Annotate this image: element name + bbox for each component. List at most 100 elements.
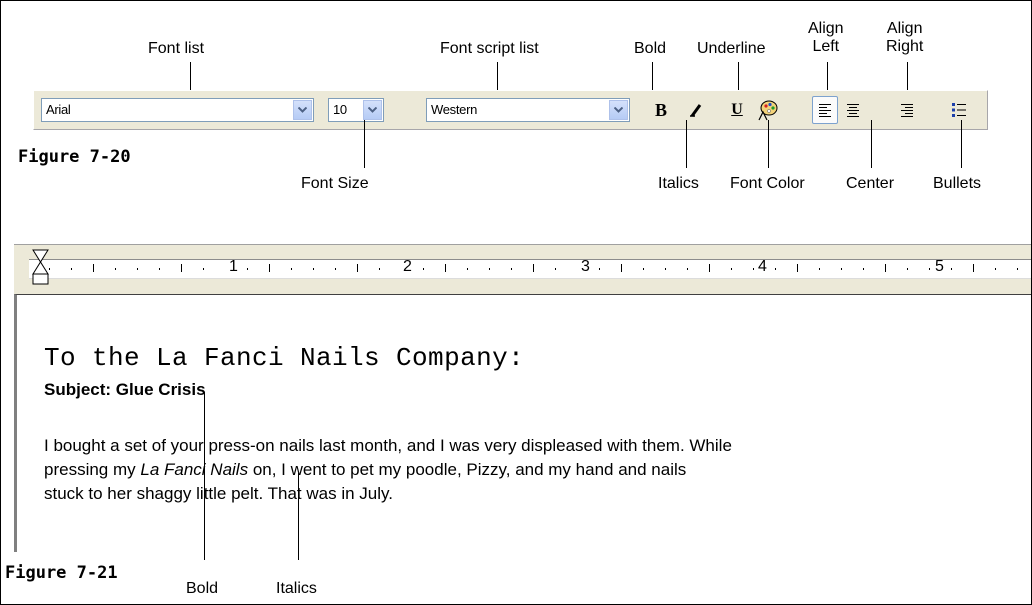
align-left-icon <box>819 104 831 117</box>
center-button[interactable] <box>840 96 866 124</box>
leader-italics-document <box>298 473 299 560</box>
ruler-tick <box>533 264 534 272</box>
font-list-combo[interactable]: Arial <box>41 98 314 122</box>
ruler-tick <box>379 268 380 270</box>
figure-caption-7-21: Figure 7-21 <box>5 563 118 583</box>
align-center-icon <box>847 104 859 117</box>
ruler-tick <box>335 268 336 270</box>
ruler-tick <box>555 268 556 270</box>
ruler: 1 2 3 4 5 <box>14 244 1031 294</box>
document-body-line: pressing my La Fanci Nails on, I went to… <box>44 460 686 480</box>
ruler-tick <box>71 268 72 270</box>
leader-italics <box>686 120 687 168</box>
callout-underline: Underline <box>697 40 766 57</box>
align-right-icon <box>901 104 913 117</box>
ruler-tick <box>203 268 204 270</box>
callout-align-left-line2: Left <box>812 38 840 55</box>
ruler-tick <box>445 264 446 272</box>
formatting-toolbar: Arial 10 Western B U <box>33 90 988 130</box>
font-list-dropdown-button[interactable] <box>293 100 312 120</box>
ruler-tick <box>1017 268 1018 270</box>
align-right-button[interactable] <box>894 96 920 124</box>
callout-align-left: Align Left <box>808 20 844 56</box>
ruler-tick <box>709 264 710 272</box>
ruler-tick <box>687 268 688 270</box>
ruler-tick <box>643 268 644 270</box>
ruler-tick <box>951 268 952 270</box>
chevron-down-icon <box>368 107 377 113</box>
leader-center <box>871 120 872 168</box>
underline-icon: U <box>731 101 743 118</box>
callout-bold: Bold <box>634 40 667 57</box>
callout-font-script-list: Font script list <box>440 40 539 57</box>
document-heading: To the La Fanci Nails Company: <box>44 343 525 373</box>
leader-font-color <box>768 120 769 168</box>
callout-font-list: Font list <box>148 40 205 57</box>
bold-icon: B <box>654 99 667 120</box>
ruler-tick <box>819 268 820 270</box>
ruler-tick <box>995 268 996 270</box>
ruler-tick <box>775 268 776 270</box>
bold-button[interactable]: B <box>648 96 674 124</box>
ruler-tick <box>269 264 270 272</box>
ruler-tick <box>797 264 798 272</box>
ruler-tick <box>181 264 182 272</box>
document-subject: Subject: Glue Crisis <box>44 380 206 399</box>
ruler-tick <box>247 268 248 270</box>
chevron-down-icon <box>298 107 307 113</box>
ruler-tick <box>599 268 600 270</box>
font-script-value: Western <box>431 102 478 117</box>
ruler-number: 5 <box>935 258 944 275</box>
ruler-tick <box>423 268 424 270</box>
ruler-tick <box>159 268 160 270</box>
ruler-tick <box>753 268 754 270</box>
font-script-combo[interactable]: Western <box>426 98 630 122</box>
ruler-tick <box>357 264 358 272</box>
figure-caption-7-20: Figure 7-20 <box>18 147 131 167</box>
ruler-tick <box>291 268 292 270</box>
bullet-list-icon <box>952 103 966 117</box>
ruler-tick <box>929 268 930 270</box>
ruler-number: 1 <box>229 258 238 275</box>
callout-font-color: Font Color <box>730 175 805 192</box>
ruler-tick <box>731 268 732 270</box>
ruler-tick <box>137 268 138 270</box>
ruler-tick <box>885 264 886 272</box>
ruler-tick <box>115 268 116 270</box>
indent-marker-icon[interactable] <box>32 249 50 293</box>
ruler-tick <box>907 268 908 270</box>
callout-bold-document: Bold <box>186 580 219 597</box>
callout-align-right: Align Right <box>886 20 923 56</box>
ruler-number: 4 <box>758 258 767 275</box>
ruler-tick <box>621 264 622 272</box>
ruler-tick <box>973 264 974 272</box>
callout-align-left-line1: Align <box>808 20 844 37</box>
body-text: pressing my <box>44 460 141 479</box>
callout-align-right-line2: Right <box>886 38 924 55</box>
bullets-button[interactable] <box>946 96 972 124</box>
body-italic-text: La Fanci Nails <box>140 460 249 479</box>
align-left-button[interactable] <box>812 96 838 124</box>
document-body-line: stuck to her shaggy little pelt. That wa… <box>44 484 393 503</box>
leader-bold-document <box>204 392 205 560</box>
callout-align-right-line1: Align <box>886 20 923 37</box>
ruler-tick <box>665 268 666 270</box>
body-text: on, I went to pet my poodle, Pizzy, and … <box>248 460 687 479</box>
font-size-value: 10 <box>333 102 347 117</box>
ruler-strip: 1 2 3 4 5 <box>29 258 1031 279</box>
document-body-line: I bought a set of your press-on nails la… <box>44 436 732 455</box>
callout-bullets: Bullets <box>933 175 982 192</box>
underline-button[interactable]: U <box>724 96 750 124</box>
chevron-down-icon <box>614 107 623 113</box>
ruler-number: 2 <box>403 258 412 275</box>
font-script-dropdown-button[interactable] <box>609 100 628 120</box>
italic-icon <box>690 104 702 117</box>
font-size-dropdown-button[interactable] <box>363 100 382 120</box>
font-size-combo[interactable]: 10 <box>328 98 384 122</box>
ruler-tick <box>93 264 94 272</box>
font-color-palette-icon <box>758 100 778 121</box>
document-area[interactable]: To the La Fanci Nails Company: Subject: … <box>14 294 1031 552</box>
leader-font-size <box>364 120 365 168</box>
ruler-number: 3 <box>581 258 590 275</box>
callout-center: Center <box>846 175 895 192</box>
